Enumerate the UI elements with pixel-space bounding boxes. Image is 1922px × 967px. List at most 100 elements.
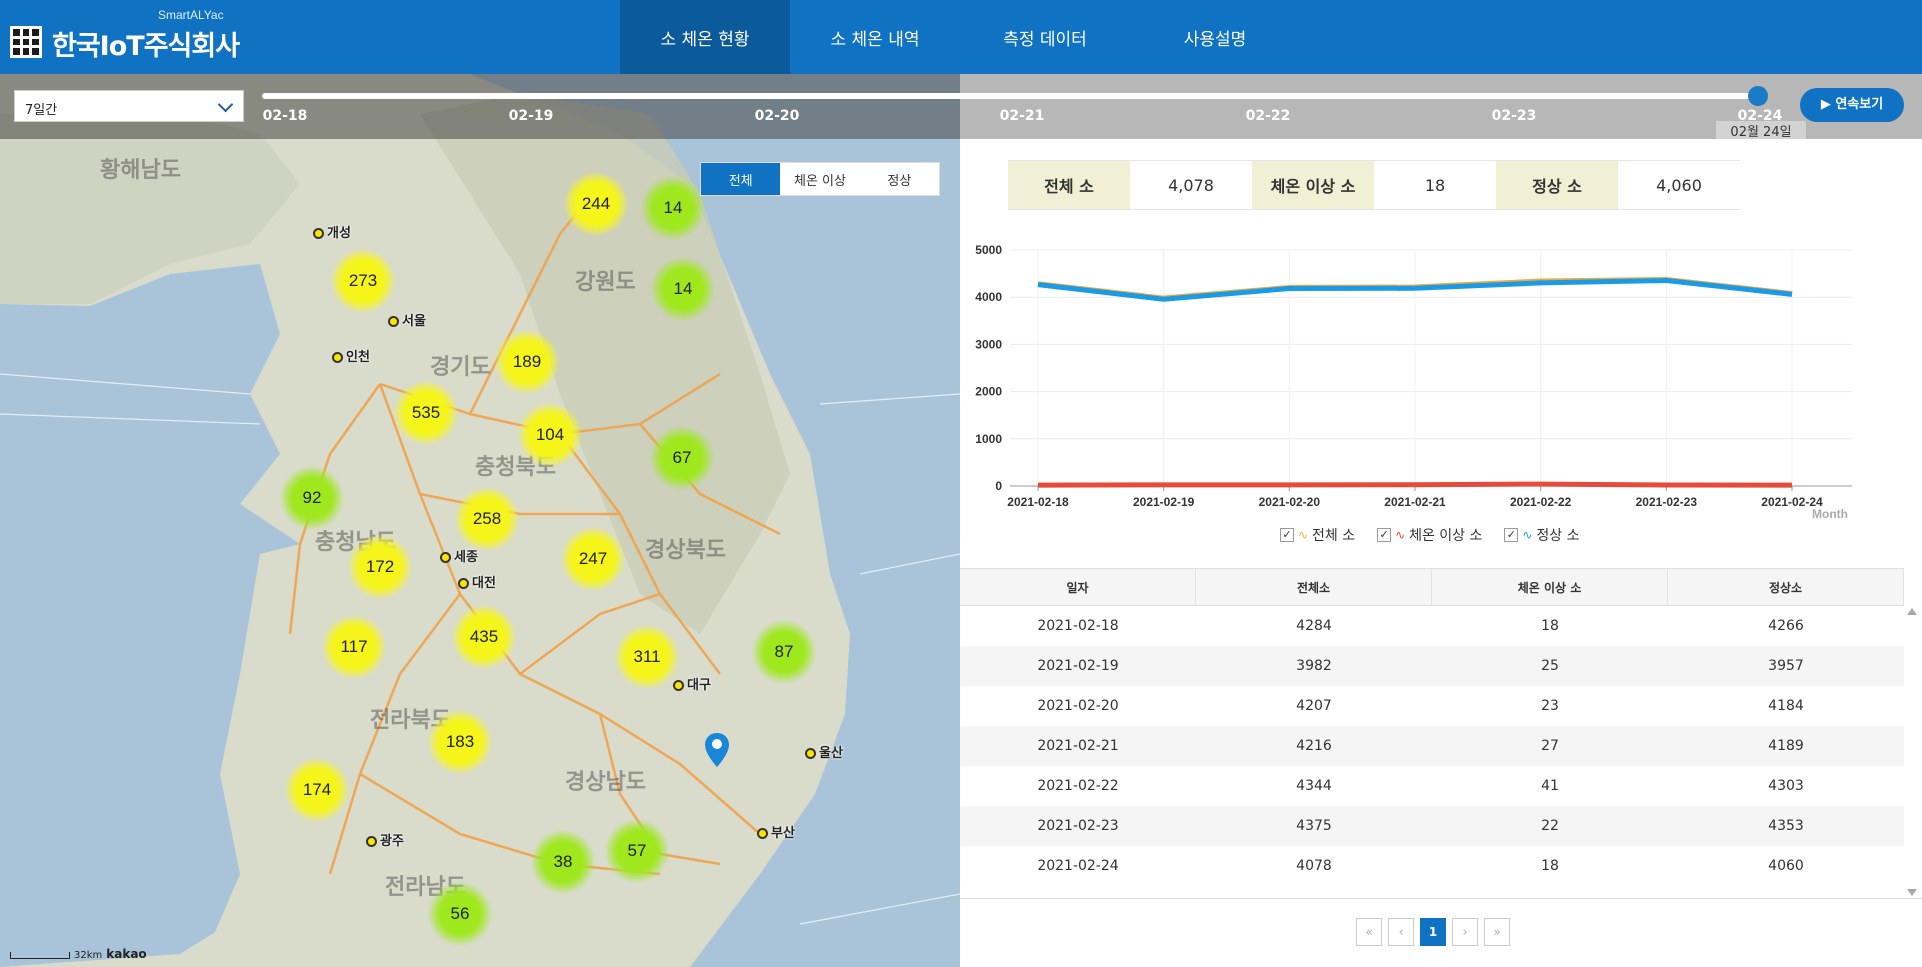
series-swatch-icon: ∿	[1395, 528, 1406, 542]
chevron-down-icon	[217, 96, 234, 113]
map-cluster[interactable]: 189	[495, 330, 559, 394]
legend-item[interactable]: ✓ ∿ 정상 소	[1504, 525, 1580, 545]
map-cluster[interactable]: 38	[531, 830, 595, 894]
table-cell: 27	[1541, 738, 1559, 754]
divider	[960, 898, 1922, 899]
table-cell: 4303	[1768, 778, 1804, 794]
last-page-button[interactable]: »	[1484, 918, 1510, 946]
top-header: SmartALYac 한국IoT주식회사 소 체온 현황 소 체온 내역 측정 …	[0, 0, 1922, 74]
filter-all[interactable]: 전체	[701, 163, 781, 195]
column-header[interactable]: 일자	[960, 569, 1196, 605]
location-pin-icon[interactable]	[705, 733, 729, 767]
legend-item[interactable]: ✓ ∿ 체온 이상 소	[1377, 525, 1482, 545]
table-cell: 22	[1541, 818, 1559, 834]
series-line	[1037, 481, 1793, 488]
table-cell: 2021-02-22	[1037, 778, 1119, 794]
scroll-down-icon[interactable]	[1907, 889, 1917, 896]
city-label: 인천	[332, 346, 370, 365]
summary-table: 전체 소 4,078 체온 이상 소 18 정상 소 4,060	[1008, 160, 1740, 210]
checkbox-icon[interactable]: ✓	[1377, 528, 1392, 542]
period-select[interactable]: 7일간	[14, 90, 244, 122]
table-row[interactable]: 2021-02-21 4216 27 4189	[960, 726, 1904, 766]
map-cluster[interactable]: 117	[322, 615, 386, 679]
region-label: 경기도	[430, 355, 491, 380]
map-cluster[interactable]: 87	[752, 620, 816, 684]
prev-page-button[interactable]: ‹	[1388, 918, 1414, 946]
table-cell: 4189	[1768, 738, 1804, 754]
map-cluster[interactable]: 104	[518, 403, 582, 467]
nav-temperature-history[interactable]: 소 체온 내역	[790, 0, 960, 74]
line-chart: 0 1000 2000 3000 4000 5000 2021-02-18 2021-02-1…	[975, 243, 1852, 521]
table-body: 2021-02-18 4284 18 4266 2021-02-19 3982 25 3957…	[960, 606, 1904, 886]
table-cell: 41	[1541, 778, 1559, 794]
legend-label: 전체 소	[1312, 528, 1356, 544]
column-header[interactable]: 체온 이상 소	[1432, 569, 1668, 605]
map-cluster[interactable]: 311	[615, 625, 679, 689]
column-header[interactable]: 정상소	[1668, 569, 1904, 605]
main-nav: 소 체온 현황 소 체온 내역 측정 데이터 사용설명	[620, 0, 1300, 74]
nav-user-guide[interactable]: 사용설명	[1130, 0, 1300, 74]
summary-label: 정상 소	[1496, 161, 1618, 209]
x-tick-label: 2021-02-22	[1510, 495, 1572, 509]
table-cell: 4353	[1768, 818, 1804, 834]
map-view[interactable]: 황해남도 강원도 경기도 충청북도 충청남도 경상북도 전라북도 경상남도 전라…	[0, 74, 960, 967]
play-sequence-button[interactable]: ▶ 연속보기	[1800, 88, 1904, 122]
map-cluster[interactable]: 273	[331, 249, 395, 313]
date-slider-handle[interactable]	[1748, 86, 1768, 106]
map-cluster[interactable]: 56	[428, 882, 492, 946]
table-row[interactable]: 2021-02-24 4078 18 4060	[960, 846, 1904, 886]
next-page-button[interactable]: ›	[1452, 918, 1478, 946]
map-cluster[interactable]: 247	[561, 527, 625, 591]
scroll-up-icon[interactable]	[1907, 608, 1917, 615]
table-cell: 4344	[1296, 778, 1332, 794]
legend-item[interactable]: ✓ ∿ 전체 소	[1280, 525, 1355, 545]
page-number[interactable]: 1	[1420, 918, 1446, 946]
first-page-button[interactable]: «	[1356, 918, 1382, 946]
table-cell: 3957	[1768, 658, 1804, 674]
filter-abnormal[interactable]: 체온 이상	[780, 163, 859, 195]
table-row[interactable]: 2021-02-20 4207 23 4184	[960, 686, 1904, 726]
table-cell: 4184	[1768, 698, 1804, 714]
map-provider-logo: kakao	[106, 947, 147, 961]
brand-name[interactable]: 한국IoT주식회사	[52, 24, 240, 63]
map-cluster[interactable]: 67	[650, 426, 714, 490]
city-label: 대구	[673, 674, 711, 693]
table-row[interactable]: 2021-02-19 3982 25 3957	[960, 646, 1904, 686]
map-cluster[interactable]: 14	[651, 257, 715, 321]
checkbox-icon[interactable]: ✓	[1504, 528, 1519, 542]
city-label: 대전	[458, 572, 496, 591]
region-label: 강원도	[575, 270, 636, 295]
nav-measurement-data[interactable]: 측정 데이터	[960, 0, 1130, 74]
filter-normal[interactable]: 정상	[860, 163, 939, 195]
table-cell: 4078	[1296, 858, 1332, 874]
summary-label: 전체 소	[1008, 161, 1130, 209]
timeline-date: 02-23	[1491, 108, 1537, 124]
map-cluster[interactable]: 258	[455, 487, 519, 551]
nav-temperature-status[interactable]: 소 체온 현황	[620, 0, 790, 74]
table-scrollbar[interactable]	[1904, 606, 1920, 898]
checkbox-icon[interactable]: ✓	[1280, 528, 1294, 542]
table-cell: 2021-02-24	[1037, 858, 1119, 874]
map-cluster[interactable]: 435	[452, 605, 516, 669]
timeline-date: 02-19	[508, 108, 554, 124]
map-cluster[interactable]: 244	[564, 172, 628, 236]
y-tick-label: 5000	[975, 243, 1002, 257]
x-axis-label: Month	[1812, 507, 1848, 521]
map-cluster[interactable]: 174	[285, 758, 349, 822]
table-row[interactable]: 2021-02-18 4284 18 4266	[960, 606, 1904, 646]
series-swatch-icon: ∿	[1298, 528, 1309, 542]
map-cluster[interactable]: 92	[280, 466, 344, 530]
map-cluster[interactable]: 535	[394, 381, 458, 445]
data-table: 일자 전체소 체온 이상 소 정상소 2021-02-18 4284 18 4266 2…	[960, 568, 1904, 886]
map-cluster[interactable]: 57	[605, 819, 669, 883]
table-cell: 2021-02-18	[1037, 618, 1119, 634]
table-row[interactable]: 2021-02-23 4375 22 4353	[960, 806, 1904, 846]
map-cluster[interactable]: 172	[348, 535, 412, 599]
region-label: 경상북도	[645, 538, 726, 563]
table-row[interactable]: 2021-02-22 4344 41 4303	[960, 766, 1904, 806]
column-header[interactable]: 전체소	[1196, 569, 1432, 605]
map-cluster[interactable]: 183	[428, 710, 492, 774]
map-cluster[interactable]: 14	[641, 176, 705, 240]
date-slider-track[interactable]	[262, 93, 1760, 99]
summary-value: 18	[1424, 175, 1446, 195]
